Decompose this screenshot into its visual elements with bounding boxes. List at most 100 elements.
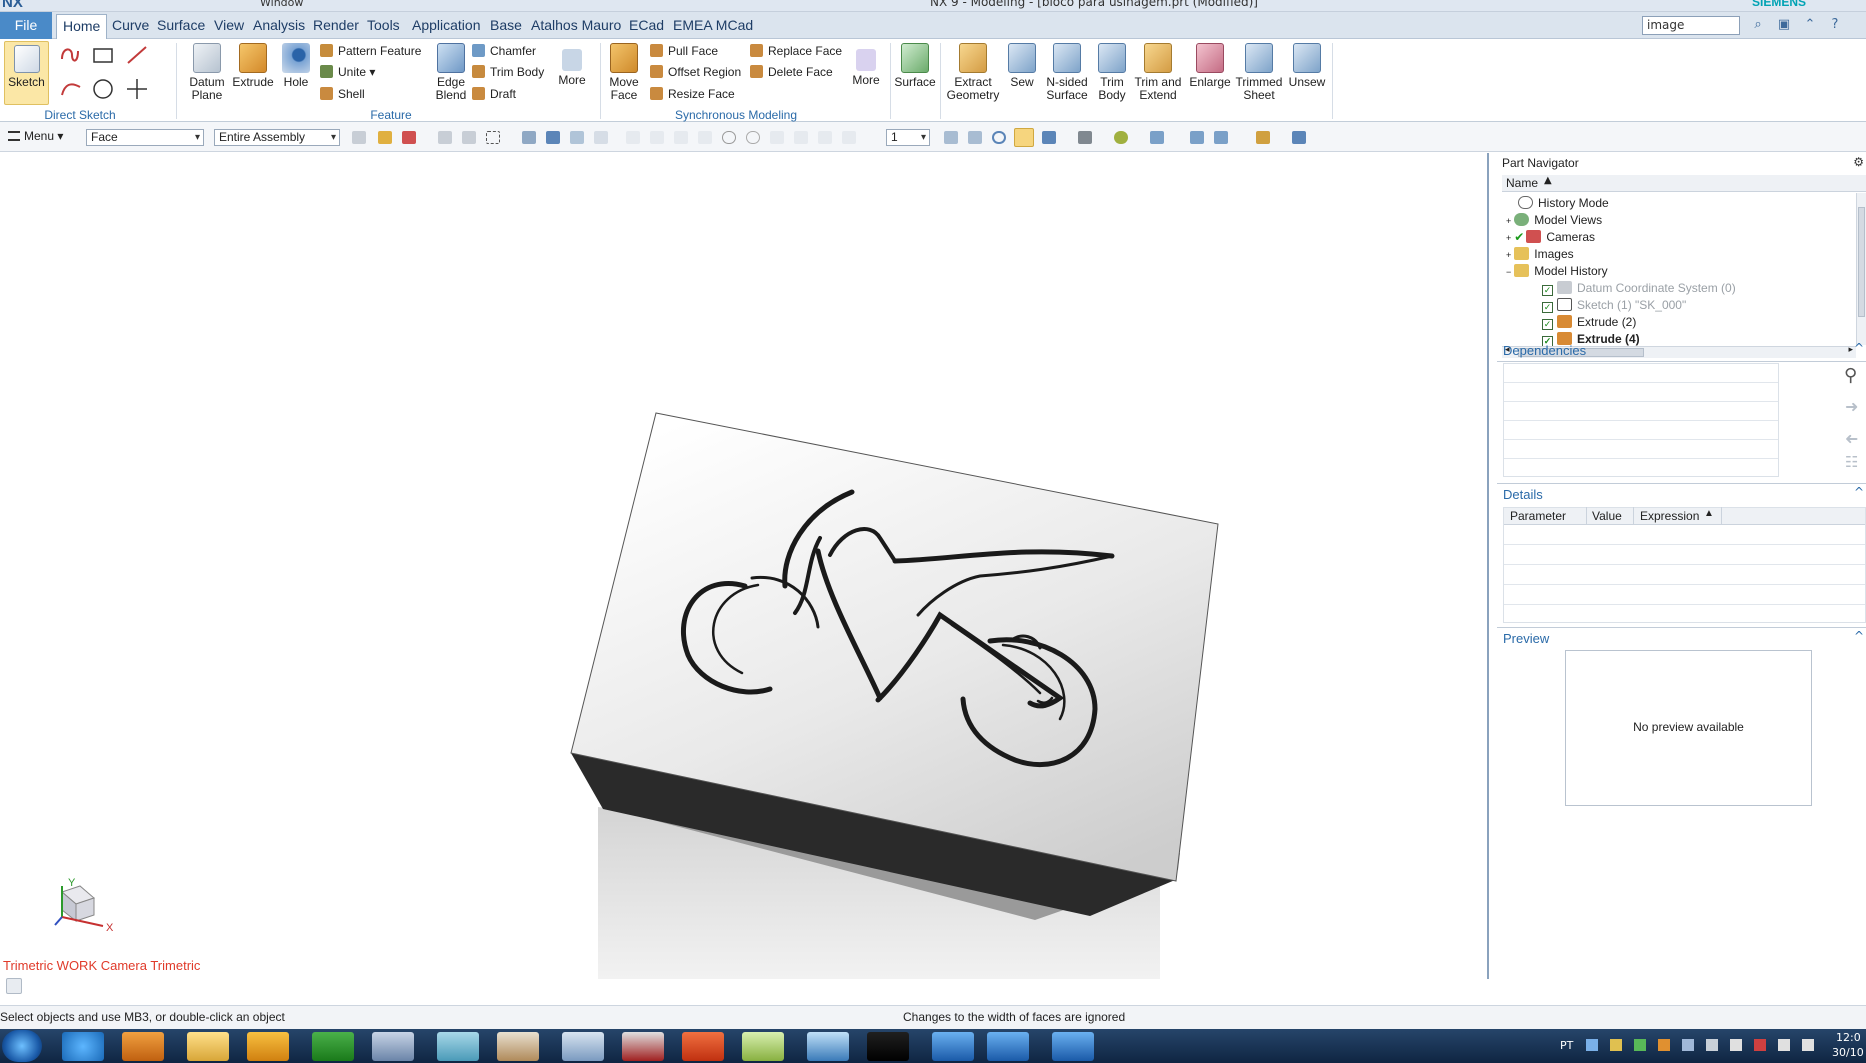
move-object-icon[interactable] xyxy=(1214,131,1228,144)
tab-tools[interactable]: Tools xyxy=(367,14,400,39)
pull-face-button[interactable]: Pull Face xyxy=(650,43,718,59)
snipping-tool-icon[interactable] xyxy=(622,1032,664,1061)
expand-icon[interactable]: + xyxy=(1506,250,1511,260)
nx-app-icon-3[interactable] xyxy=(1052,1032,1094,1061)
point-on-surface-snap-icon[interactable] xyxy=(818,131,832,144)
type-filter-dropdown[interactable]: Face xyxy=(86,129,204,146)
unite-button[interactable]: Unite ▾ xyxy=(320,64,375,80)
fit-view-icon[interactable] xyxy=(944,131,958,144)
network-app-icon[interactable] xyxy=(807,1032,849,1061)
general-selection-icon[interactable] xyxy=(402,131,416,144)
extrude-button[interactable]: Extrude xyxy=(232,43,274,89)
start-button[interactable] xyxy=(2,1030,42,1062)
nx-app-icon-2[interactable] xyxy=(987,1032,1029,1061)
notepad-icon[interactable] xyxy=(437,1032,479,1061)
show-hide-icon[interactable] xyxy=(1190,131,1204,144)
hole-button[interactable]: Hole xyxy=(278,43,314,89)
trim-body-button[interactable]: Trim Body xyxy=(472,64,544,80)
command-prompt-icon[interactable] xyxy=(867,1032,909,1061)
tab-base[interactable]: Base xyxy=(490,14,522,39)
trim-and-extend-button[interactable]: Trim and Extend xyxy=(1134,43,1182,102)
intersection-snap-icon[interactable] xyxy=(698,131,712,144)
existing-point-snap-icon[interactable] xyxy=(770,131,784,144)
more-sync-button[interactable]: More xyxy=(850,49,882,87)
curve-select-icon[interactable] xyxy=(594,131,608,144)
menu-button[interactable]: Menu ▾ xyxy=(8,129,63,143)
pattern-feature-button[interactable]: Pattern Feature xyxy=(320,43,421,59)
magnifier-icon[interactable]: ⚲ xyxy=(1844,365,1857,386)
scroll-right-icon[interactable]: ▸ xyxy=(1848,345,1853,355)
rendering-style-icon[interactable] xyxy=(1078,131,1092,144)
folder-app-icon[interactable] xyxy=(742,1032,784,1061)
powerpoint-icon[interactable] xyxy=(682,1032,724,1061)
expand-icon[interactable]: + xyxy=(1506,216,1511,226)
sew-button[interactable]: Sew xyxy=(1006,43,1038,89)
tab-surface[interactable]: Surface xyxy=(157,14,205,39)
extract-geometry-button[interactable]: Extract Geometry xyxy=(944,43,1002,102)
more-feature-button[interactable]: More xyxy=(554,49,590,87)
search-icon[interactable]: ⌕ xyxy=(1750,17,1766,33)
shell-button[interactable]: Shell xyxy=(320,86,365,102)
tab-atalhos-mauro[interactable]: Atalhos Mauro xyxy=(531,14,621,39)
enlarge-button[interactable]: Enlarge xyxy=(1188,43,1232,89)
media-player-icon[interactable] xyxy=(122,1032,164,1061)
trim-body-large-button[interactable]: Trim Body xyxy=(1094,43,1130,102)
delete-face-button[interactable]: Delete Face xyxy=(750,64,833,80)
wcs-icon[interactable] xyxy=(1292,131,1306,144)
clock-time[interactable]: 12:0 xyxy=(1836,1031,1861,1044)
internet-explorer-icon[interactable] xyxy=(62,1032,104,1061)
tree-options-icon[interactable]: ☷ xyxy=(1845,453,1858,471)
n-sided-surface-button[interactable]: N-sided Surface xyxy=(1044,43,1090,102)
replace-face-button[interactable]: Replace Face xyxy=(750,43,842,59)
preview-title[interactable]: Preview xyxy=(1503,631,1549,646)
expand-icon[interactable]: + xyxy=(1506,233,1511,243)
clock-date[interactable]: 30/10 xyxy=(1832,1046,1864,1059)
midpoint-snap-icon[interactable] xyxy=(650,131,664,144)
excel-icon[interactable] xyxy=(312,1032,354,1061)
draft-button[interactable]: Draft xyxy=(472,86,516,102)
select-all-icon[interactable] xyxy=(438,131,452,144)
deselect-icon[interactable] xyxy=(462,131,476,144)
edge-select-icon[interactable] xyxy=(570,131,584,144)
surface-button[interactable]: Surface xyxy=(894,43,936,89)
command-search-input[interactable]: image xyxy=(1642,16,1740,35)
expression-column-header[interactable]: Expression xyxy=(1640,509,1699,523)
layer-dropdown[interactable]: 1 xyxy=(886,129,930,146)
language-indicator[interactable]: PT xyxy=(1560,1039,1573,1052)
body-select-icon[interactable] xyxy=(522,131,536,144)
scroll-thumb[interactable] xyxy=(1858,207,1865,317)
tab-emea-mcad[interactable]: EMEA MCad xyxy=(673,14,753,39)
collapse-preview-icon[interactable]: ^ xyxy=(1854,629,1864,643)
rectangle-select-icon[interactable] xyxy=(486,131,500,144)
remote-desktop-icon[interactable] xyxy=(372,1032,414,1061)
sketch-button[interactable]: Sketch xyxy=(4,41,49,105)
selection-scope-dropdown[interactable]: Entire Assembly xyxy=(214,129,340,146)
minimize-ribbon-icon[interactable]: ⌃ xyxy=(1802,17,1818,33)
trimmed-sheet-button[interactable]: Trimmed Sheet xyxy=(1234,43,1284,102)
dependencies-title[interactable]: Dependencies xyxy=(1503,343,1586,358)
panel-options-icon[interactable]: ⚙ xyxy=(1853,155,1864,169)
offset-region-button[interactable]: Offset Region xyxy=(650,64,741,80)
collapse-icon[interactable]: − xyxy=(1506,267,1511,277)
endpoint-snap-icon[interactable] xyxy=(626,131,640,144)
measure-distance-icon[interactable] xyxy=(1256,131,1270,144)
nx-app-icon[interactable] xyxy=(932,1032,974,1061)
arrow-right-icon[interactable]: ➜ xyxy=(1845,397,1858,416)
snap-icon[interactable] xyxy=(352,131,366,144)
tab-view[interactable]: View xyxy=(214,14,244,39)
control-point-snap-icon[interactable] xyxy=(674,131,688,144)
bounded-grid-snap-icon[interactable] xyxy=(842,131,856,144)
collapse-details-icon[interactable]: ^ xyxy=(1854,485,1864,499)
rotate-icon[interactable] xyxy=(992,131,1006,144)
name-column-header[interactable]: Name ▲ xyxy=(1502,175,1866,192)
details-title[interactable]: Details xyxy=(1503,487,1543,502)
background-icon[interactable] xyxy=(1114,131,1128,144)
tab-application[interactable]: Application xyxy=(412,14,481,39)
parameter-column-header[interactable]: Parameter xyxy=(1510,509,1566,523)
collapse-dependencies-icon[interactable]: ^ xyxy=(1854,341,1864,355)
quadrant-snap-icon[interactable] xyxy=(746,131,760,144)
view-triad-toggle-icon[interactable] xyxy=(6,978,22,994)
tab-home[interactable]: Home xyxy=(56,14,108,39)
datum-plane-button[interactable]: Datum Plane xyxy=(186,43,228,102)
resize-face-button[interactable]: Resize Face xyxy=(650,86,735,102)
